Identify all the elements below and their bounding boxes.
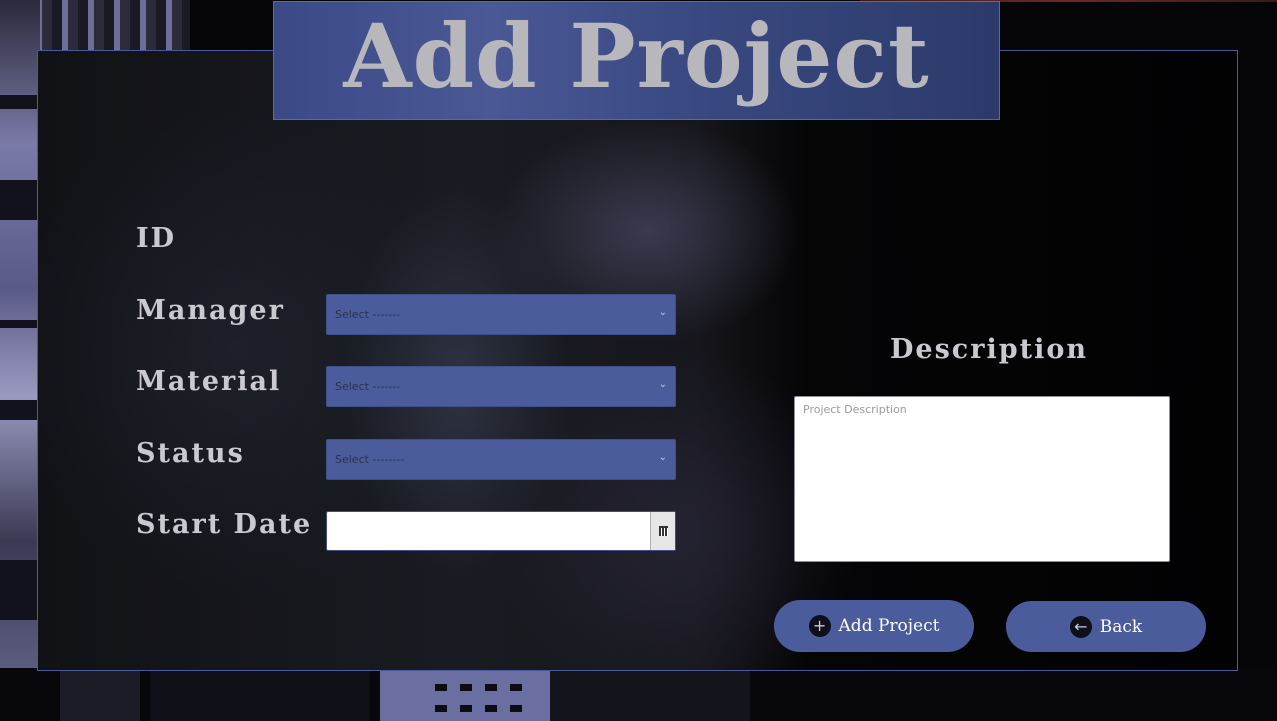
id-label: ID <box>136 223 177 254</box>
material-select[interactable]: Select ------- ⌄ <box>326 366 676 407</box>
chevron-down-icon: ⌄ <box>658 379 667 390</box>
plus-icon: + <box>808 615 831 637</box>
add-project-button[interactable]: + Add Project <box>774 600 974 652</box>
manager-label: Manager <box>136 295 285 326</box>
add-project-button-label: Add Project <box>838 616 940 636</box>
description-label: Description <box>890 334 1088 365</box>
status-label: Status <box>136 438 245 469</box>
status-select[interactable]: Select -------- ⌄ <box>326 439 676 480</box>
form-panel: ID Manager Material Status Start Date De… <box>37 50 1238 671</box>
chevron-down-icon: ⌄ <box>658 452 667 463</box>
page-title: Add Project <box>343 3 930 108</box>
background-left-decoration <box>0 0 40 721</box>
title-banner: Add Project <box>273 1 1000 120</box>
description-textarea[interactable]: Project Description <box>794 396 1170 562</box>
back-button[interactable]: ← Back <box>1006 601 1206 652</box>
manager-select[interactable]: Select ------- ⌄ <box>326 294 676 335</box>
manager-select-value: Select ------- <box>335 308 401 321</box>
background-bottom-decoration <box>0 668 1277 721</box>
description-placeholder: Project Description <box>803 403 907 416</box>
calendar-icon[interactable] <box>650 512 675 550</box>
material-select-value: Select ------- <box>335 380 401 393</box>
arrow-left-icon: ← <box>1069 615 1092 638</box>
chevron-down-icon: ⌄ <box>658 307 667 318</box>
page: ID Manager Material Status Start Date De… <box>0 0 1277 721</box>
start-date-label: Start Date <box>136 509 313 540</box>
material-label: Material <box>136 366 282 397</box>
back-button-label: Back <box>1099 616 1143 637</box>
status-select-value: Select -------- <box>335 453 405 466</box>
start-date-input[interactable] <box>326 511 676 551</box>
